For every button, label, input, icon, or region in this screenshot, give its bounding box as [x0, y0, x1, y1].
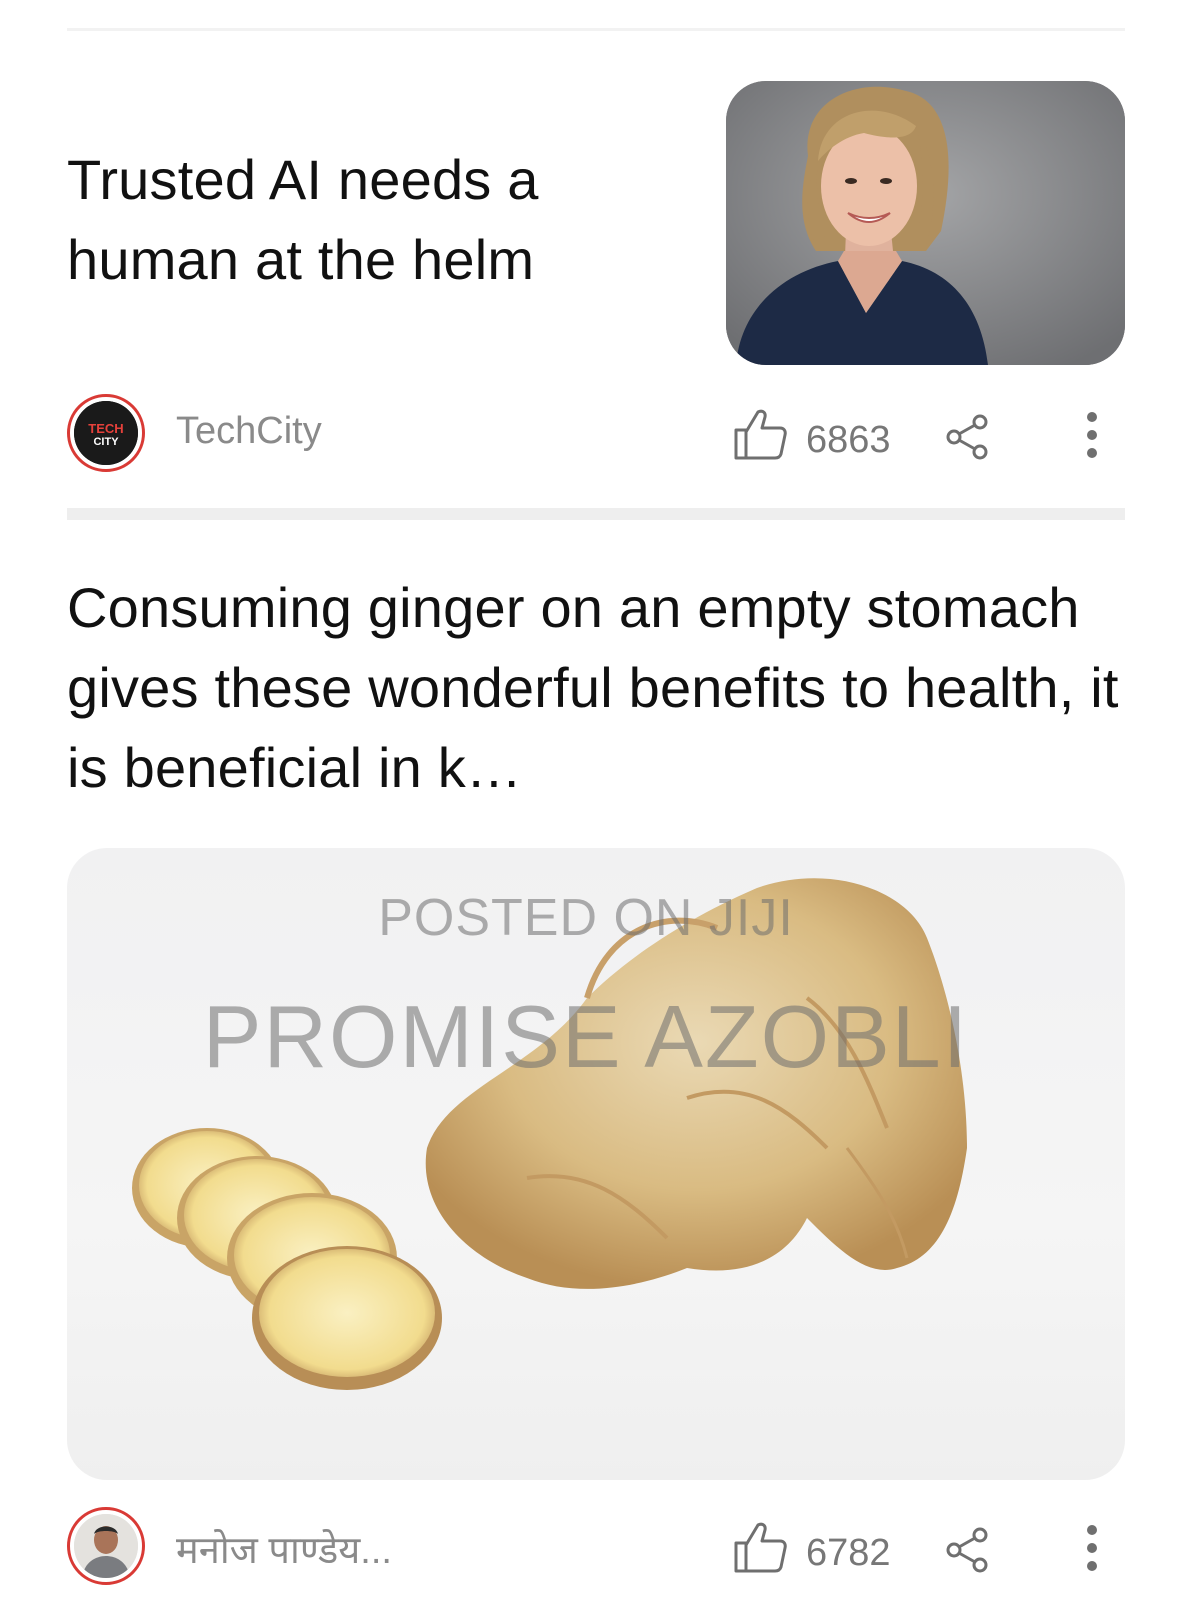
more-vertical-icon	[1087, 412, 1097, 458]
article-meta-row: TECH CITY TechCity 6863	[67, 392, 1125, 482]
article-thumbnail[interactable]	[726, 81, 1125, 365]
svg-text:TECH: TECH	[88, 421, 123, 436]
source-name[interactable]: TechCity	[176, 410, 322, 453]
feed-divider	[67, 508, 1125, 520]
svg-text:CITY: CITY	[93, 436, 119, 448]
like-button[interactable]: 6782	[732, 1517, 891, 1577]
watermark-text: POSTED ON JIJI	[378, 889, 794, 947]
article-title[interactable]: Trusted AI needs a human at the helm	[67, 140, 627, 300]
thumbs-up-icon	[732, 406, 788, 462]
like-count: 6782	[806, 1531, 891, 1574]
portrait-photo	[726, 81, 1125, 365]
share-icon	[946, 414, 988, 460]
like-count: 6863	[806, 418, 891, 461]
techcity-logo-icon: TECH CITY	[74, 401, 138, 465]
thumbs-up-icon	[732, 1519, 788, 1575]
watermark-text: PROMISE AZOBLI	[202, 987, 970, 1086]
more-vertical-icon	[1087, 1525, 1097, 1571]
share-button[interactable]	[942, 410, 996, 464]
more-options-button[interactable]	[1077, 1517, 1107, 1577]
source-avatar[interactable]	[67, 1507, 145, 1585]
more-options-button[interactable]	[1077, 404, 1107, 464]
like-button[interactable]: 6863	[732, 404, 891, 464]
article-meta-row: मनोज पाण्डेय... 6782	[67, 1505, 1125, 1595]
share-button[interactable]	[942, 1523, 996, 1577]
top-divider	[67, 28, 1125, 31]
user-avatar-photo	[74, 1514, 138, 1578]
article-image[interactable]: POSTED ON JIJI PROMISE AZOBLI	[67, 848, 1125, 1480]
source-avatar[interactable]: TECH CITY	[67, 394, 145, 472]
share-icon	[946, 1527, 988, 1573]
source-name[interactable]: मनोज पाण्डेय...	[176, 1523, 392, 1575]
article-title[interactable]: Consuming ginger on an empty stomach giv…	[67, 568, 1127, 808]
